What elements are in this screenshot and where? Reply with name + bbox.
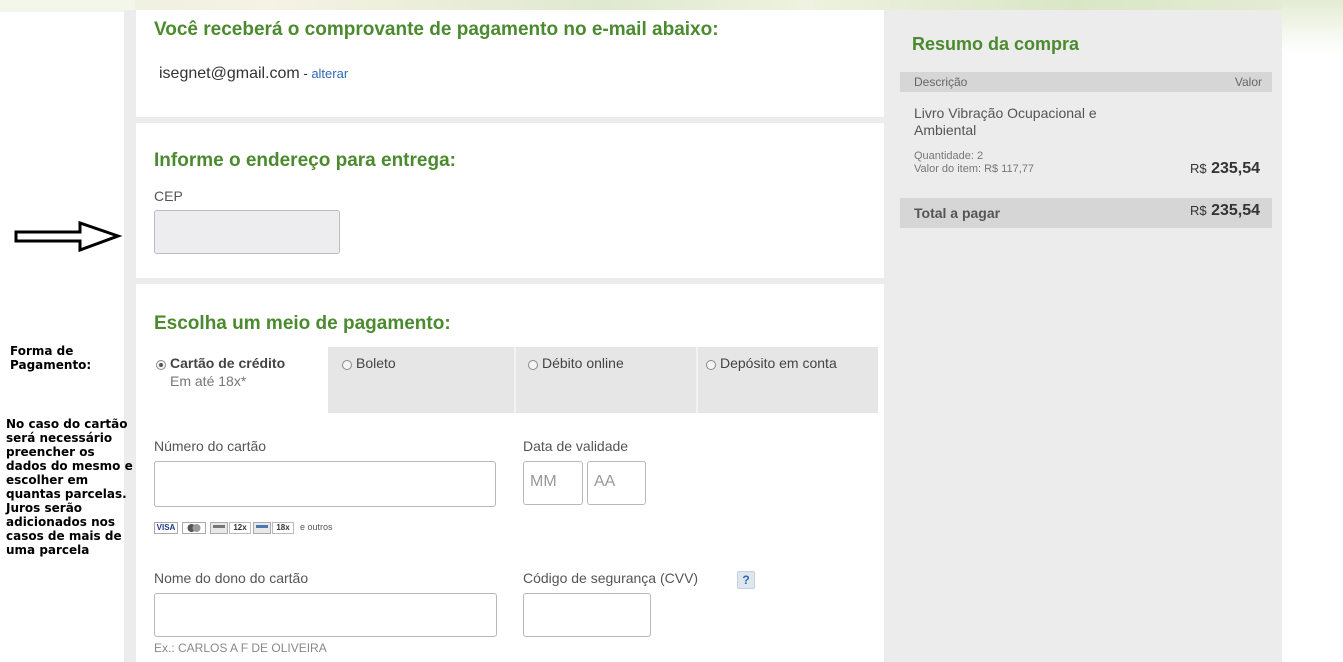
email-address: isegnet@gmail.com (159, 65, 300, 82)
credit-card-label: Cartão de crédito (170, 355, 286, 371)
summary-item-quantity: Quantidade: 2 (914, 150, 984, 162)
bank-deposit-label: Depósito em conta (720, 355, 837, 371)
cvv-help-icon[interactable]: ? (737, 571, 755, 589)
holder-name-input[interactable] (154, 593, 497, 637)
right-background (1282, 0, 1343, 662)
expiry-year-input[interactable]: AA (587, 461, 646, 505)
tab-boleto[interactable]: Boleto (332, 347, 516, 413)
expiry-month-placeholder: MM (530, 473, 557, 490)
summary-total-currency: R$ (1189, 203, 1207, 218)
annotation-card-note: No caso do cartão será necessário preenc… (6, 417, 133, 557)
email-separator: - (299, 66, 312, 81)
boleto-label: Boleto (356, 355, 396, 371)
card-icon (253, 522, 271, 534)
summary-table-header: Descrição Valor (900, 72, 1272, 92)
card-number-label: Número do cartão (154, 438, 267, 454)
annotation-payment-form: Forma de Pagamento: (10, 344, 92, 372)
section-divider (136, 117, 884, 123)
summary-item-amount: 235,54 (1211, 160, 1260, 177)
cvv-label: Código de segurança (CVV) (523, 570, 699, 586)
summary-total-row: Total a pagar R$ 235,54 (900, 198, 1272, 228)
cep-input[interactable] (154, 210, 340, 254)
arrow-annotation (14, 220, 124, 254)
summary-item-name-line2: Ambiental (914, 122, 977, 138)
cep-label: CEP (154, 188, 183, 204)
summary-item-total: R$ 235,54 (1190, 160, 1260, 178)
summary-item-name: Livro Vibração Ocupacional e Ambiental (914, 105, 1097, 139)
summary-title: Resumo da compra (912, 34, 1080, 54)
expiry-label: Data de validade (523, 438, 629, 454)
mastercard-icon (182, 522, 206, 534)
left-background (0, 0, 135, 12)
order-summary-panel: Resumo da compra Descrição Valor Livro V… (884, 10, 1282, 662)
debit-online-radio[interactable] (528, 360, 538, 370)
debit-online-label: Débito online (542, 355, 624, 371)
summary-item-name-line1: Livro Vibração Ocupacional e (914, 105, 1097, 121)
visa-icon: VISA (154, 522, 178, 534)
summary-item-unit-value: Valor do item: R$ 117,77 (914, 163, 1035, 175)
credit-card-radio[interactable] (156, 360, 166, 370)
summary-col-value: Valor (1234, 75, 1262, 89)
credit-card-sublabel: Em até 18x* (170, 373, 247, 389)
email-line: isegnet@gmail.com - alterar (159, 65, 348, 83)
summary-col-description: Descrição (914, 75, 968, 89)
expiry-year-placeholder: AA (594, 473, 616, 490)
tab-bank-deposit[interactable]: Depósito em conta (698, 347, 878, 413)
summary-total-value: 235,54 (1211, 202, 1260, 219)
change-email-link[interactable]: alterar (311, 66, 348, 81)
cvv-input[interactable] (523, 593, 651, 637)
address-section-title: Informe o endereço para entrega: (154, 150, 456, 171)
boleto-radio[interactable] (342, 360, 352, 370)
holder-name-hint: Ex.: CARLOS A F DE OLIVEIRA (154, 641, 327, 655)
summary-total-label: Total a pagar (914, 205, 1001, 221)
payment-method-tabs: Cartão de crédito Em até 18x* Boleto Déb… (146, 347, 878, 413)
holder-name-label: Nome do dono do cartão (154, 570, 309, 586)
section-divider (136, 278, 884, 284)
card-brands-others: e outros (300, 522, 333, 532)
expiry-month-input[interactable]: MM (523, 461, 583, 505)
summary-total-amount: R$ 235,54 (1190, 202, 1260, 220)
bank-deposit-radio[interactable] (706, 360, 716, 370)
main-gutter (124, 10, 136, 662)
installments-12x-badge: 12x (229, 522, 251, 534)
checkout-main-column: Você receberá o comprovante de pagamento… (136, 10, 884, 662)
payment-section-title: Escolha um meio de pagamento: (154, 313, 451, 334)
summary-item-currency: R$ (1189, 161, 1207, 176)
email-section-title: Você receberá o comprovante de pagamento… (154, 19, 719, 40)
card-number-input[interactable] (154, 461, 496, 507)
installments-18x-badge: 18x (272, 522, 294, 534)
card-icon (210, 522, 228, 534)
tab-debit-online[interactable]: Débito online (516, 347, 698, 413)
tab-credit-card[interactable]: Cartão de crédito Em até 18x* (146, 347, 328, 413)
